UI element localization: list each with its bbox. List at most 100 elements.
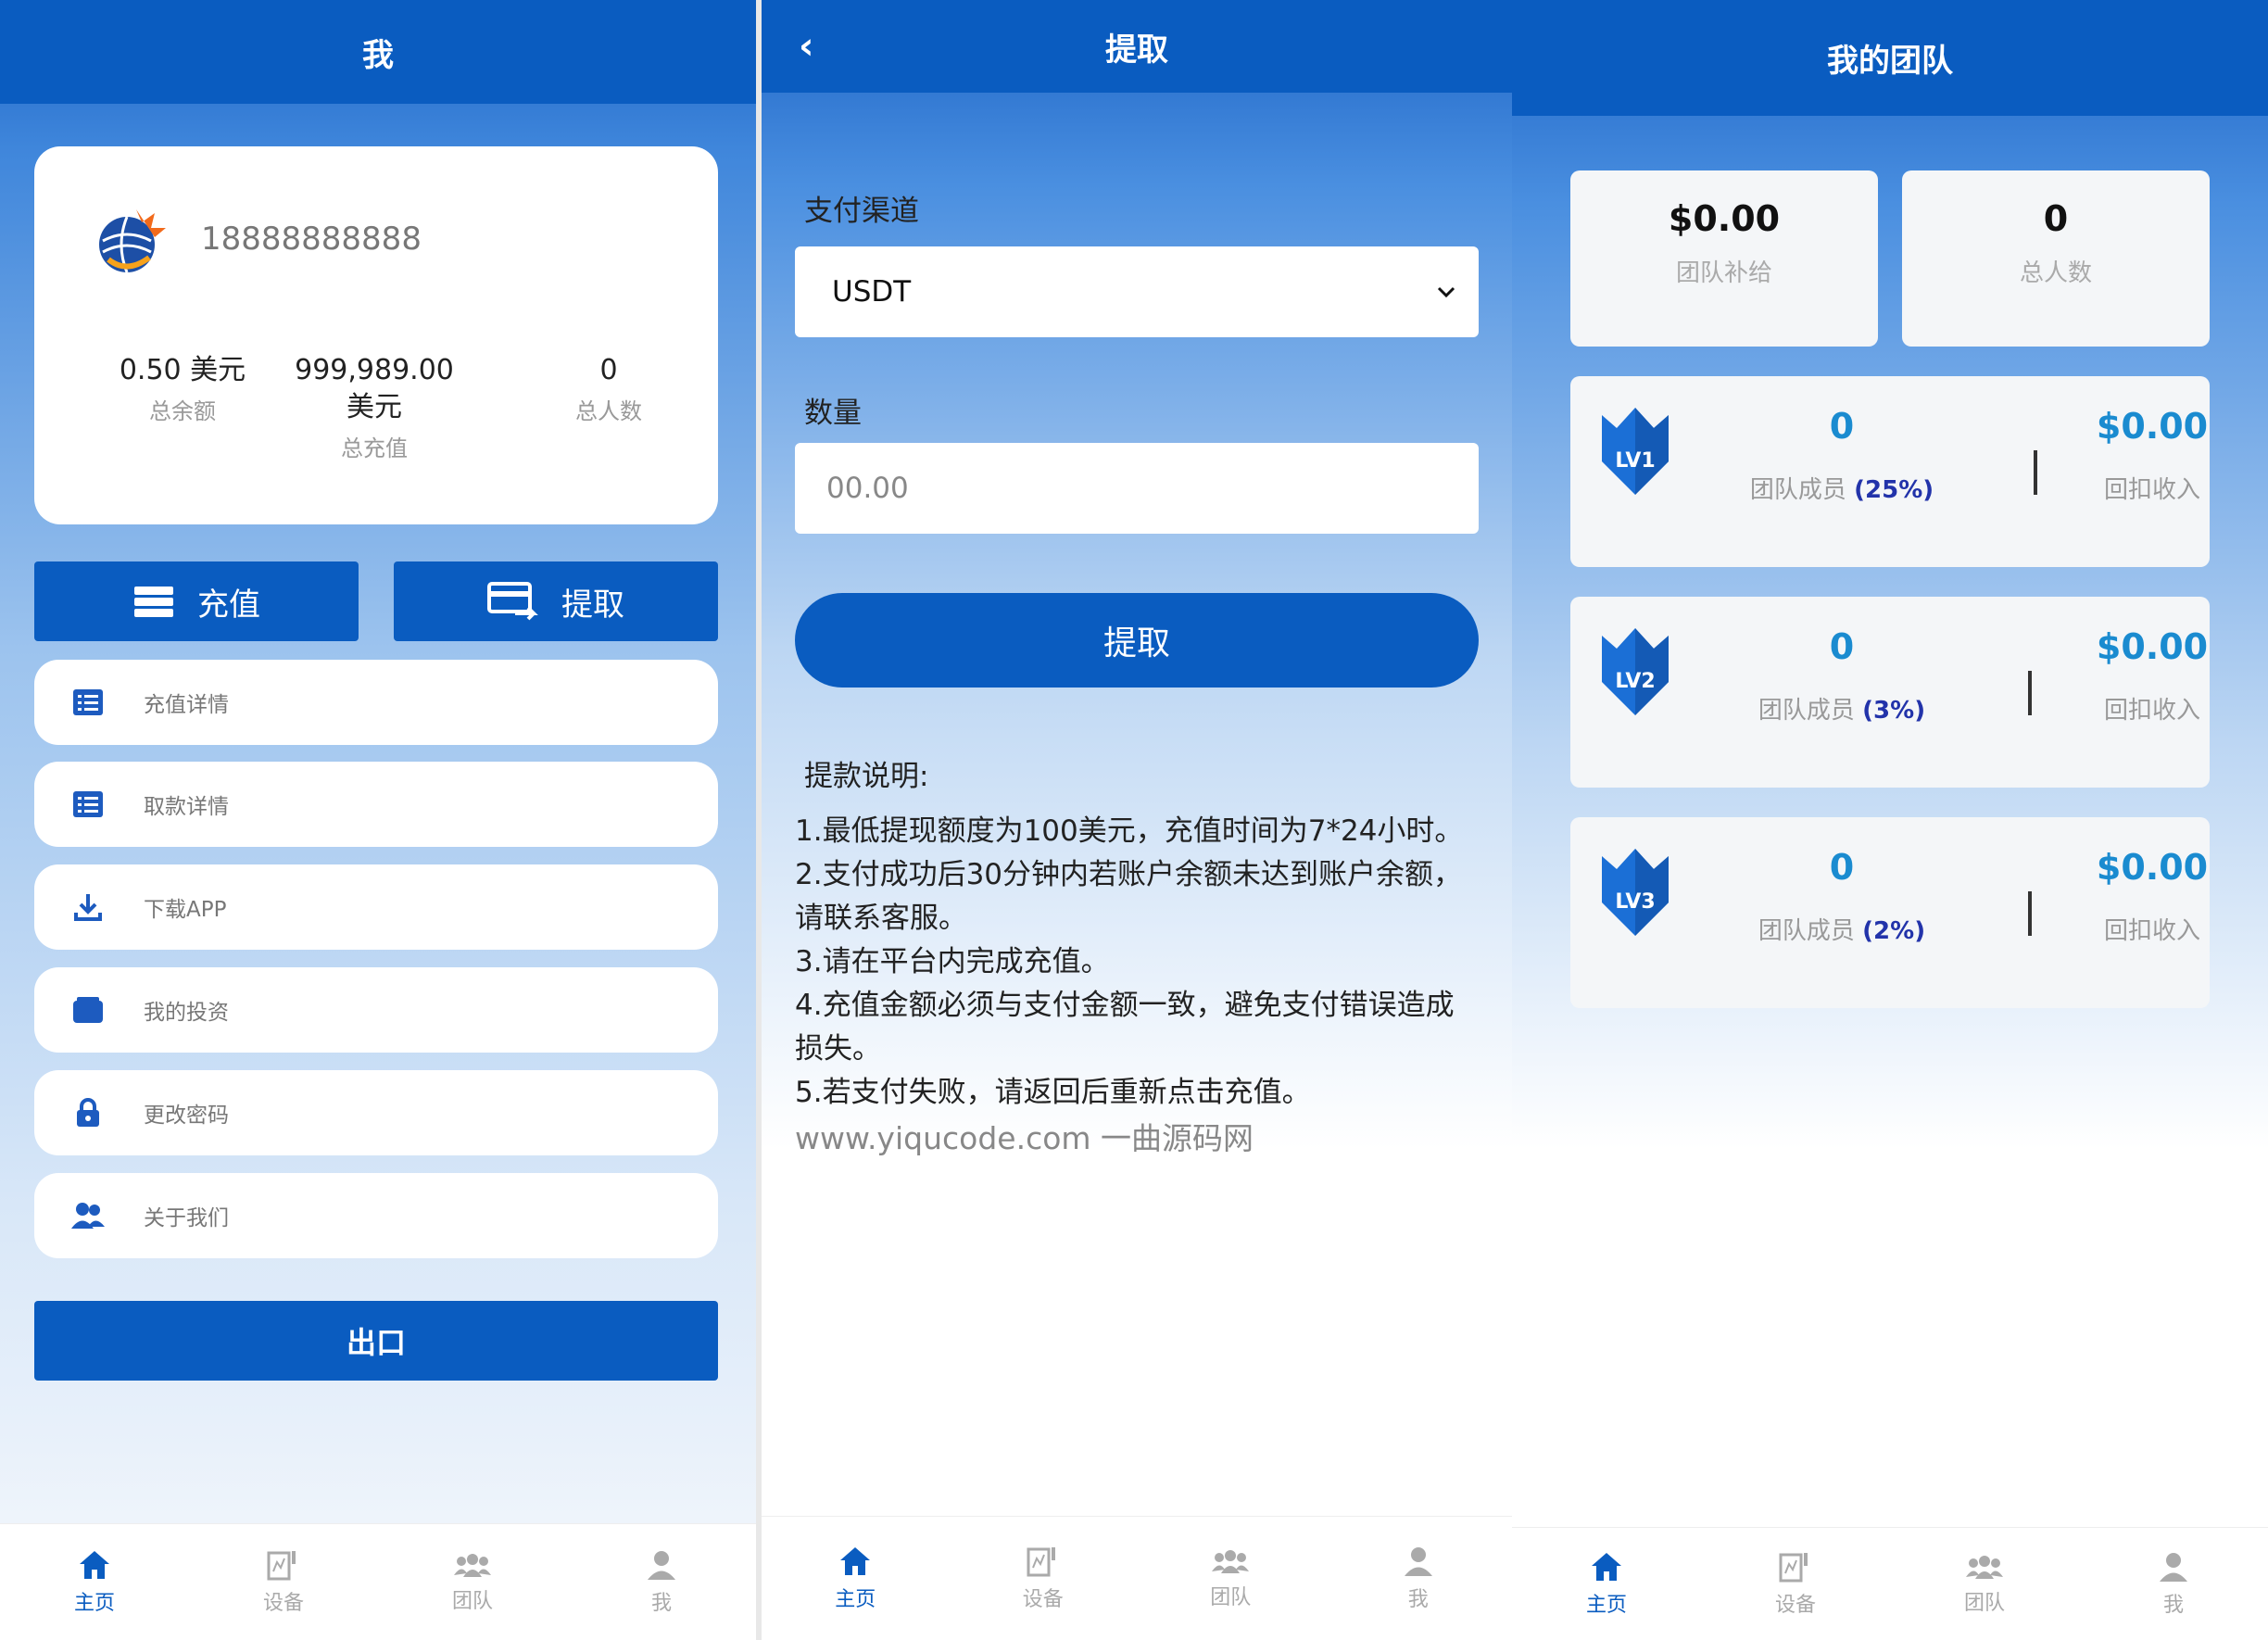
member-percent: (2%)	[1862, 917, 1926, 945]
summary-value: $0.00	[1668, 198, 1781, 239]
stat-label: 总充值	[341, 435, 408, 461]
tab-label: 我	[650, 1591, 672, 1615]
card-stack-icon	[134, 587, 173, 617]
team-total-card: 0 总人数	[1902, 170, 2210, 347]
device-icon	[267, 1550, 296, 1580]
note-item: 5.若支付失败，请返回后重新点击充值。	[795, 1076, 1311, 1109]
menu-my-investment[interactable]: 我的投资	[34, 967, 718, 1053]
level-separator	[2028, 671, 2032, 715]
tab-label: 设备	[262, 1591, 304, 1615]
tab-home[interactable]: 主页	[1512, 1528, 1701, 1640]
menu-label: 我的投资	[144, 1001, 229, 1025]
tab-team[interactable]: 团队	[1890, 1528, 2079, 1640]
home-icon	[80, 1550, 109, 1579]
tab-label: 主页	[1585, 1593, 1627, 1617]
stat-value: 0	[599, 354, 618, 386]
chevron-down-icon	[1437, 286, 1455, 298]
profile-card: 18888888888 0.50 美元 总余额 999,989.00 美元 总充…	[34, 146, 718, 524]
tab-label: 我	[1407, 1587, 1429, 1611]
person-icon	[648, 1550, 675, 1580]
tab-device[interactable]: 设备	[950, 1517, 1138, 1640]
withdraw-button[interactable]: 提取	[394, 561, 718, 641]
withdraw-screen: ‹ 提取 支付渠道 USDT 数量 提取 提款说明: 1.最低提现额度为100美…	[762, 0, 1512, 1640]
tab-me[interactable]: 我	[567, 1524, 756, 1640]
menu-about-us[interactable]: 关于我们	[34, 1173, 718, 1258]
payment-channel-select[interactable]: USDT	[795, 246, 1479, 337]
menu-label: 更改密码	[144, 1104, 229, 1128]
recharge-button[interactable]: 充值	[34, 561, 359, 641]
level-card-lv3[interactable]: LV3 0 团队成员 (2%) $0.00 回扣收入	[1570, 817, 2210, 1008]
team-icon	[1212, 1549, 1250, 1573]
stat-value: 0.50 美元	[119, 354, 246, 386]
tab-label: 设备	[1022, 1587, 1064, 1611]
badge-text: LV1	[1615, 449, 1655, 473]
logout-button[interactable]: 出口	[34, 1301, 718, 1381]
download-icon	[71, 890, 105, 924]
me-screen: 我 18888888888 0.50 美元 总余额 999,989.00 美元 …	[0, 0, 756, 1640]
page-title: 我的团队	[1512, 0, 2268, 116]
device-icon	[1027, 1546, 1055, 1576]
menu-withdraw-details[interactable]: 取款详情	[34, 762, 718, 847]
header-title-text: 提取	[1105, 31, 1168, 69]
tab-me[interactable]: 我	[1325, 1517, 1513, 1640]
note-item: 1.最低提现额度为100美元，充值时间为7*24小时。	[795, 814, 1464, 848]
rebate-amount: $0.00	[2096, 626, 2209, 667]
member-label: 团队成员 (2%)	[1735, 912, 1948, 946]
person-icon	[2160, 1552, 2187, 1582]
menu-recharge-details[interactable]: 充值详情	[34, 660, 718, 745]
menu-label: 取款详情	[144, 795, 229, 819]
summary-label: 总人数	[2019, 259, 2092, 287]
member-count: 0	[1829, 406, 1855, 447]
channel-label: 支付渠道	[804, 195, 919, 228]
device-icon	[1779, 1552, 1808, 1582]
tab-home[interactable]: 主页	[0, 1524, 189, 1640]
rebate-amount: $0.00	[2096, 406, 2209, 447]
tab-device[interactable]: 设备	[189, 1524, 378, 1640]
tab-me[interactable]: 我	[2079, 1528, 2268, 1640]
bottom-tabbar: 主页 设备 团队 我	[762, 1516, 1512, 1640]
menu-change-password[interactable]: 更改密码	[34, 1070, 718, 1155]
back-arrow-icon[interactable]: ‹	[799, 24, 836, 69]
tab-team[interactable]: 团队	[378, 1524, 567, 1640]
stat-label: 总余额	[149, 398, 216, 424]
level-badge-icon: LV2	[1594, 623, 1676, 719]
page-title: 我	[0, 0, 756, 104]
team-icon	[1966, 1555, 2003, 1579]
notes-title: 提款说明:	[804, 760, 929, 793]
person-icon	[1404, 1546, 1432, 1576]
tab-team[interactable]: 团队	[1137, 1517, 1325, 1640]
rebate-label: 回扣收入	[2103, 476, 2200, 504]
member-label-text: 团队成员	[1758, 697, 1855, 725]
amount-input[interactable]	[826, 472, 1382, 505]
tab-label: 主页	[835, 1587, 876, 1611]
badge-text: LV2	[1615, 670, 1655, 693]
menu-label: 充值详情	[144, 693, 229, 717]
home-icon	[1592, 1552, 1621, 1581]
member-label-text: 团队成员	[1758, 917, 1855, 945]
tab-device[interactable]: 设备	[1701, 1528, 1890, 1640]
level-card-lv1[interactable]: LV1 0 团队成员 (25%) $0.00 回扣收入	[1570, 376, 2210, 567]
menu-download-app[interactable]: 下载APP	[34, 864, 718, 950]
member-label-text: 团队成员	[1749, 476, 1846, 504]
team-icon	[454, 1553, 491, 1577]
recharge-label: 充值	[197, 586, 260, 624]
stat-recharge-total: 999,989.00 美元 总充值	[277, 352, 472, 462]
tab-label: 团队	[1210, 1585, 1252, 1609]
list-icon	[71, 788, 105, 821]
level-separator	[2028, 891, 2032, 936]
list-icon	[71, 686, 105, 719]
bottom-tabbar: 主页 设备 团队 我	[1512, 1527, 2268, 1640]
bottom-tabbar: 主页 设备 团队 我	[0, 1523, 756, 1640]
member-count: 0	[1829, 626, 1855, 667]
rebate-label: 回扣收入	[2103, 917, 2200, 945]
users-icon	[71, 1199, 105, 1232]
tab-label: 团队	[451, 1589, 493, 1613]
tab-home[interactable]: 主页	[762, 1517, 950, 1640]
menu-label: 下载APP	[144, 898, 227, 922]
submit-withdraw-button[interactable]: 提取	[795, 593, 1479, 688]
badge-text: LV3	[1615, 890, 1655, 914]
home-icon	[840, 1546, 871, 1575]
member-count: 0	[1829, 847, 1855, 888]
level-badge-icon: LV3	[1594, 843, 1676, 940]
level-card-lv2[interactable]: LV2 0 团队成员 (3%) $0.00 回扣收入	[1570, 597, 2210, 788]
